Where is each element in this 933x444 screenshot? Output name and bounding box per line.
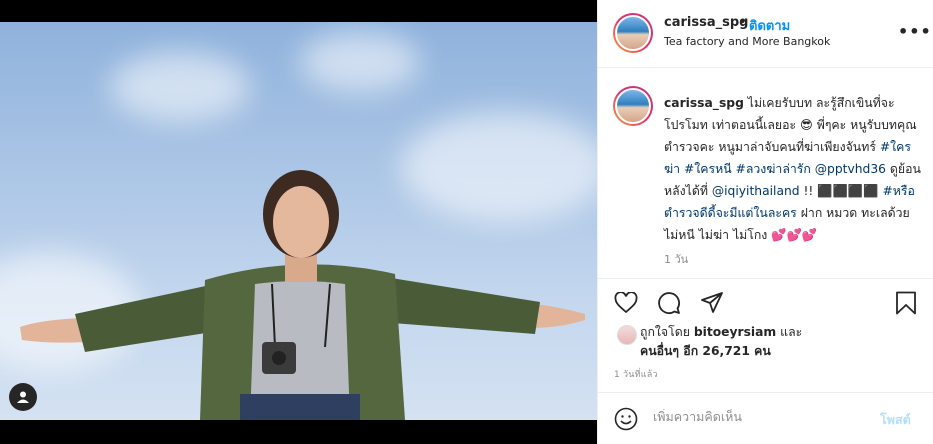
follow-button[interactable]: ติดตาม — [749, 15, 790, 36]
separator-dot: • — [739, 15, 747, 30]
comment-icon[interactable] — [655, 289, 683, 317]
mention[interactable]: @iqiyithailand — [712, 184, 800, 198]
heart-icon[interactable] — [612, 289, 640, 317]
caption-timestamp[interactable]: 1 วัน — [664, 250, 688, 268]
likes-and: และ — [776, 325, 803, 339]
caption-username[interactable]: carissa_spg — [664, 96, 744, 110]
likes-prefix: ถูกใจโดย — [640, 325, 694, 339]
post-comment-button[interactable]: โพสต์ — [880, 410, 911, 430]
mention[interactable]: @pptvhd36 — [815, 162, 886, 176]
hashtag[interactable]: #ใครหนี — [684, 162, 732, 176]
media-bottom-bar — [0, 420, 597, 444]
likes-summary: ถูกใจโดย bitoeyrsiam และ คนอื่นๆ อีก 26,… — [640, 323, 802, 361]
liker-username[interactable]: bitoeyrsiam — [694, 325, 776, 339]
post-photo[interactable] — [0, 22, 597, 420]
user-tag-icon[interactable] — [9, 383, 37, 411]
comment-form: โพสต์ — [598, 392, 933, 444]
woman-figure — [20, 170, 585, 420]
post-caption: carissa_spg ไม่เคยรับบท ละรู้สึกเขินที่จ… — [664, 92, 926, 246]
comment-input[interactable] — [653, 409, 868, 424]
location-link[interactable]: Tea factory and More Bangkok — [664, 35, 830, 48]
more-options-icon[interactable]: ••• — [898, 22, 932, 41]
likes-count-link[interactable]: คนอื่นๆ อีก 26,721 คน — [640, 344, 771, 358]
emoji-icon[interactable] — [614, 407, 638, 435]
post-timestamp[interactable]: 1 วันที่แล้ว — [614, 367, 658, 381]
author-username[interactable]: carissa_spg — [664, 15, 748, 30]
divider — [598, 278, 933, 279]
post-header: carissa_spg • ติดตาม Tea factory and Mor… — [598, 0, 933, 68]
author-avatar[interactable] — [613, 13, 653, 53]
post-side-panel: carissa_spg • ติดตาม Tea factory and Mor… — [597, 0, 933, 444]
share-icon[interactable] — [698, 289, 726, 317]
liker-avatar[interactable] — [617, 325, 637, 345]
action-bar — [612, 289, 726, 317]
caption-avatar[interactable] — [613, 86, 653, 126]
hashtag[interactable]: #ลวงฆ่าล่ารัก — [736, 162, 811, 176]
bookmark-icon[interactable] — [892, 289, 920, 317]
caption-text: !! ⬛⬛⬛⬛ — [799, 184, 883, 198]
